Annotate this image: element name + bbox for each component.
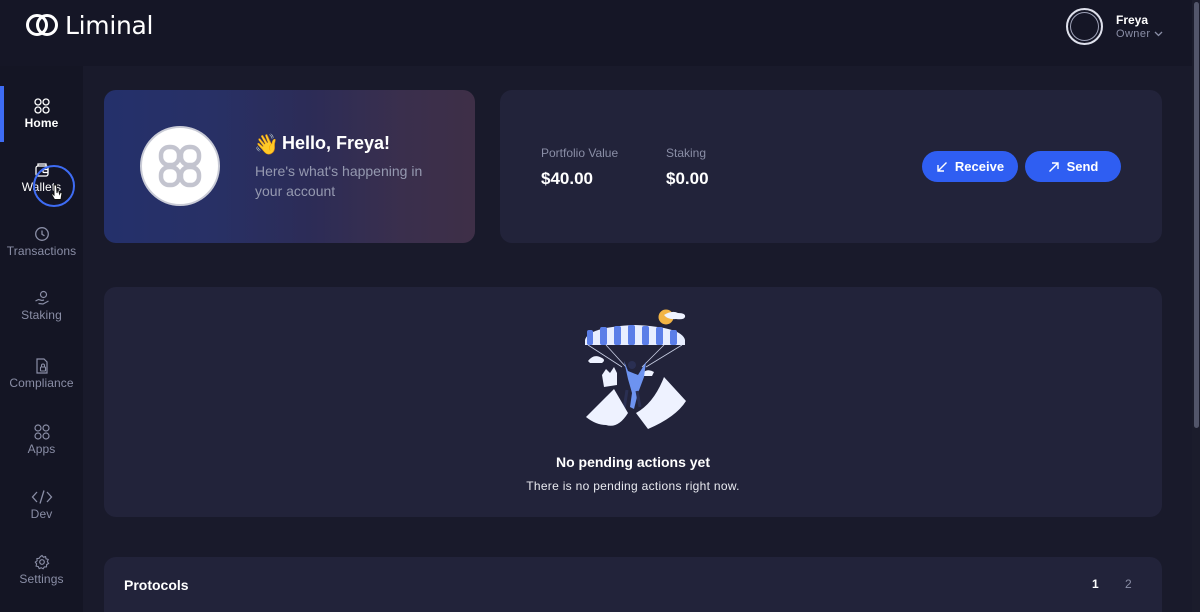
sidebar-item-apps[interactable]: Apps <box>0 412 83 468</box>
user-role-label: Owner <box>1116 27 1151 40</box>
arrow-up-right-icon <box>1048 161 1059 172</box>
sidebar-item-label: Home <box>24 116 59 130</box>
protocols-page-2[interactable]: 2 <box>1125 577 1132 591</box>
scrollbar[interactable] <box>1192 0 1200 612</box>
protocols-card: Protocols 1 2 <box>104 557 1162 612</box>
sidebar-item-home[interactable]: Home <box>0 86 83 142</box>
compliance-lock-icon <box>35 358 48 374</box>
account-avatar <box>140 126 220 206</box>
sidebar-item-label: Transactions <box>6 244 77 258</box>
welcome-card: 👋 Hello, Freya! Here's what's happening … <box>104 90 475 243</box>
staking-value: $0.00 <box>666 169 709 188</box>
clock-icon <box>34 227 49 241</box>
arrow-down-left-icon <box>937 161 947 172</box>
receive-label: Receive <box>954 159 1005 174</box>
protocols-page-1[interactable]: 1 <box>1092 577 1099 591</box>
user-avatar[interactable] <box>1066 8 1103 45</box>
welcome-subtitle: Here's what's happening in your account <box>255 163 423 199</box>
pending-actions-card: No pending actions yet There is no pendi… <box>104 287 1162 517</box>
sidebar-item-wallets[interactable]: Wallets <box>0 150 83 206</box>
user-info[interactable]: Freya Owner <box>1116 14 1163 40</box>
wallet-icon <box>34 163 49 177</box>
user-role: Owner <box>1116 27 1163 40</box>
staking-stat: Staking $0.00 <box>666 146 709 189</box>
send-label: Send <box>1066 159 1099 174</box>
sidebar-item-settings[interactable]: Settings <box>0 542 83 598</box>
staking-hand-icon <box>34 290 49 305</box>
welcome-heading: Hello, Freya! <box>282 132 391 153</box>
sidebar-item-staking[interactable]: Staking <box>0 278 83 334</box>
portfolio-value-label: Portfolio Value <box>541 146 619 160</box>
mouse-cursor-icon <box>50 184 63 200</box>
waving-hand-icon: 👋 <box>254 134 279 156</box>
sidebar: Home Wallets Transactions Staking Compli… <box>0 66 83 612</box>
welcome-title: 👋 Hello, Freya! <box>254 132 391 157</box>
sidebar-item-label: Compliance <box>9 376 74 390</box>
top-bar: Liminal Freya Owner <box>0 0 1200 66</box>
send-button[interactable]: Send <box>1025 151 1121 182</box>
app-name: Liminal <box>65 10 154 40</box>
code-icon <box>31 490 52 504</box>
portfolio-value: $40.00 <box>541 169 593 188</box>
sidebar-item-label: Settings <box>19 572 64 586</box>
sidebar-item-compliance[interactable]: Compliance <box>0 346 83 402</box>
logo[interactable]: Liminal <box>25 10 153 40</box>
skydiver-illustration <box>585 309 686 429</box>
portfolio-value-stat: Portfolio Value $40.00 <box>541 146 618 189</box>
sidebar-item-transactions[interactable]: Transactions <box>0 214 83 270</box>
pending-empty-title: No pending actions yet <box>555 454 710 470</box>
portfolio-card: Portfolio Value $40.00 Staking $0.00 Rec… <box>500 90 1162 243</box>
scrollbar-thumb[interactable] <box>1194 2 1199 428</box>
pending-empty-subtitle: There is no pending actions right now. <box>526 479 740 493</box>
user-menu[interactable]: Freya Owner <box>1066 8 1163 45</box>
grid-icon <box>33 98 50 114</box>
liminal-logo-icon <box>26 14 58 36</box>
sidebar-item-label: Apps <box>27 442 56 456</box>
sidebar-item-label: Dev <box>30 507 53 521</box>
staking-label: Staking <box>666 146 707 160</box>
user-name: Freya <box>1116 12 1149 27</box>
flower-logo-icon <box>158 144 202 188</box>
sidebar-item-dev[interactable]: Dev <box>0 477 83 533</box>
gear-icon <box>34 554 49 570</box>
receive-button[interactable]: Receive <box>922 151 1018 182</box>
sidebar-item-label: Staking <box>21 308 62 322</box>
apps-grid-icon <box>33 424 50 440</box>
chevron-down-icon[interactable] <box>1154 31 1163 37</box>
protocols-title: Protocols <box>124 577 189 593</box>
